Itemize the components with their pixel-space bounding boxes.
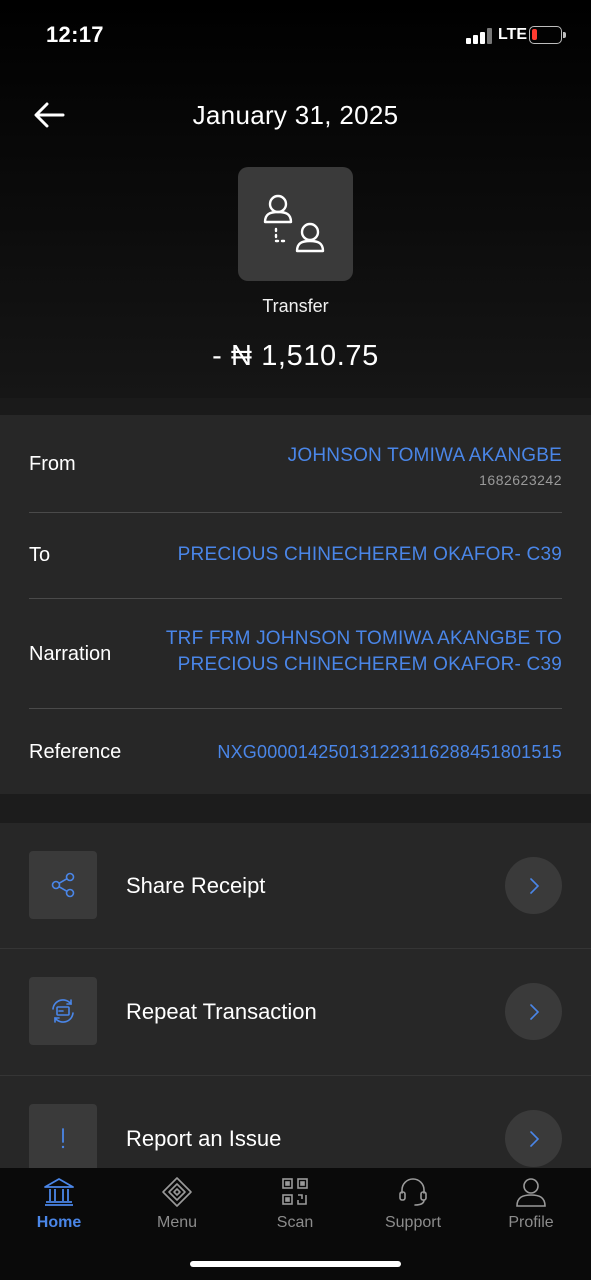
menu-icon [162,1177,192,1207]
page-title: January 31, 2025 [192,100,399,130]
narration-line-1: TRF FRM JOHNSON TOMIWA AKANGBE TO [165,628,562,649]
status-bar: 12:17 LTE [0,0,591,70]
from-name: JOHNSON TOMIWA AKANGBE [287,445,562,466]
reference-value: NXG000014250131223116288451801515 [217,742,562,762]
headset-icon [399,1178,427,1206]
action-label: Report an Issue [126,1126,282,1151]
battery-icon [529,26,566,44]
reference-row: Reference NXG000014250131223116288451801… [29,741,562,781]
narration-line-2: PRECIOUS CHINECHEREM OKAFOR- C39 [177,654,562,675]
qr-icon [282,1178,308,1205]
repeat-icon [29,977,97,1045]
transaction-type-badge [238,167,353,281]
tab-menu[interactable]: Menu [118,1176,236,1242]
divider [29,598,562,599]
chevron-right-icon[interactable] [505,857,562,914]
chevron-right-icon[interactable] [505,1110,562,1167]
tab-scan[interactable]: Scan [236,1176,354,1242]
to-label: To [29,544,51,566]
share-icon [29,851,97,919]
transaction-type: Transfer [262,296,329,316]
from-row: From JOHNSON TOMIWA AKANGBE 1682623242 [29,445,562,515]
from-label: From [29,453,76,475]
network-type: LTE [498,26,528,43]
report-issue-action[interactable]: Report an Issue [0,1076,591,1168]
transaction-details: From JOHNSON TOMIWA AKANGBE 1682623242 T… [0,415,591,794]
tab-label: Scan [276,1214,314,1231]
signal-icon [466,28,492,44]
tab-profile[interactable]: Profile [472,1176,590,1242]
exclamation-icon [29,1104,97,1168]
home-indicator[interactable] [190,1261,401,1267]
tab-label: Menu [156,1214,198,1231]
action-label: Share Receipt [126,873,266,898]
divider [29,512,562,513]
chevron-right-icon[interactable] [505,983,562,1040]
home-icon [44,1178,74,1206]
narration-row: Narration TRF FRM JOHNSON TOMIWA AKANGBE… [29,628,562,688]
tab-home[interactable]: Home [0,1176,118,1242]
tab-label: Profile [508,1214,554,1231]
transfer-users-icon [263,194,325,253]
actions-list: Share Receipt Repeat Transaction Report … [0,823,591,1168]
to-row: To PRECIOUS CHINECHEREM OKAFOR- C39 [29,544,562,584]
tab-label: Support [384,1214,442,1231]
from-account-number: 1682623242 [479,472,562,488]
share-receipt-action[interactable]: Share Receipt [0,823,591,950]
to-name: PRECIOUS CHINECHEREM OKAFOR- C39 [177,544,562,565]
transaction-amount: - ₦ 1,510.75 [212,340,379,372]
narration-label: Narration [29,643,112,665]
reference-label: Reference [29,741,122,763]
status-time: 12:17 [46,22,104,47]
tab-support[interactable]: Support [354,1176,472,1242]
section-gap [0,794,591,823]
tab-label: Home [36,1214,82,1231]
action-label: Repeat Transaction [126,999,317,1024]
profile-icon [516,1178,546,1207]
divider [29,708,562,709]
repeat-transaction-action[interactable]: Repeat Transaction [0,949,591,1076]
